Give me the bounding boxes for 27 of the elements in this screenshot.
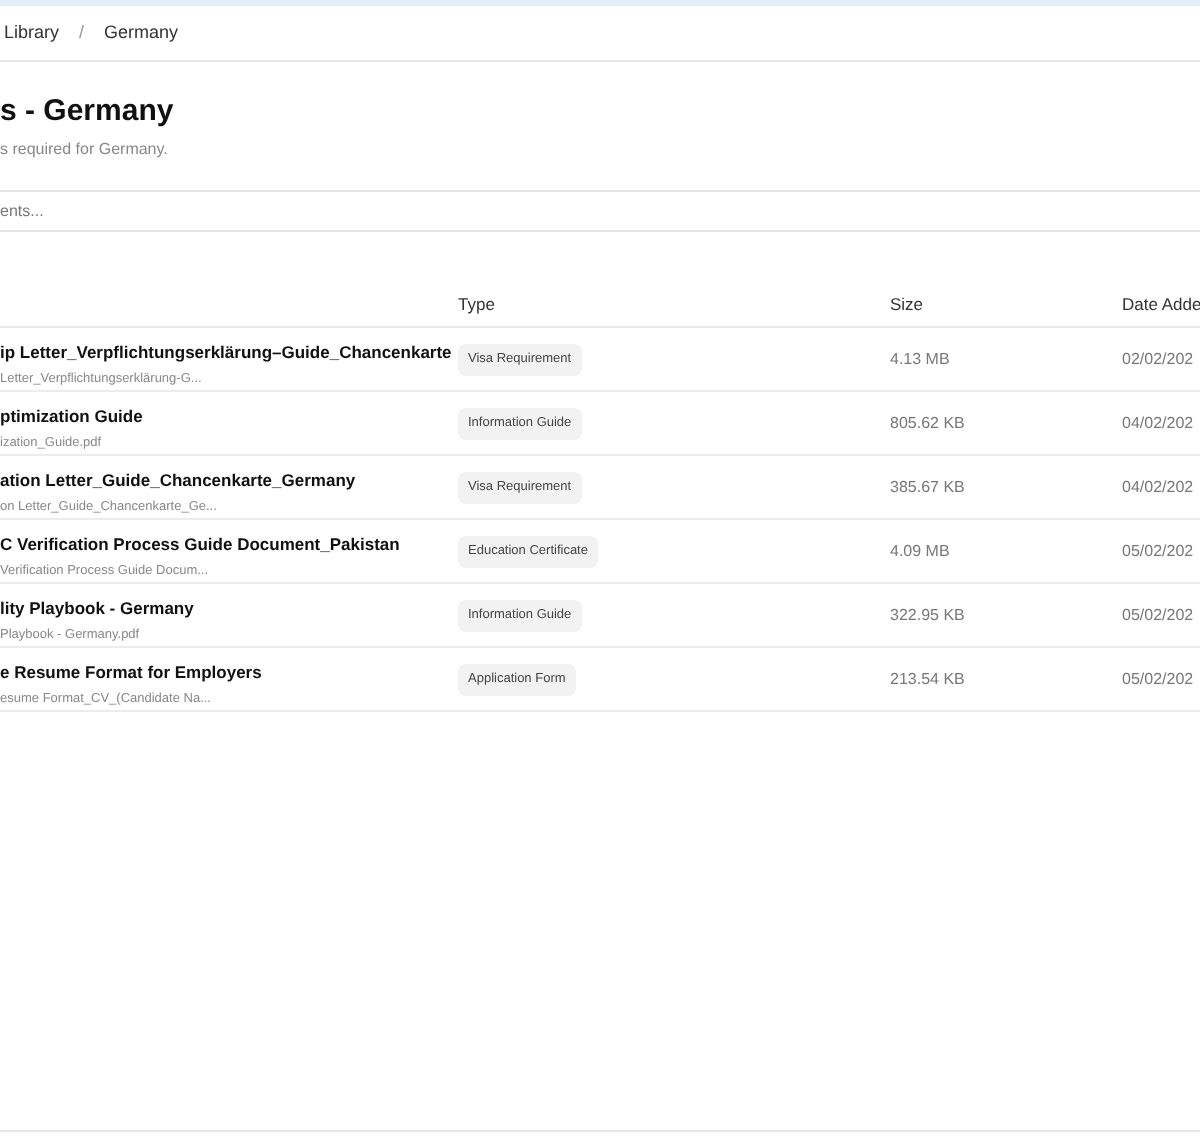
size-cell: 4.13 MB	[890, 348, 950, 372]
column-header[interactable]: Date Adde	[1122, 292, 1200, 318]
size-cell: 322.95 KB	[890, 604, 965, 628]
size-cell: 805.62 KB	[890, 412, 965, 436]
size-cell: 213.54 KB	[890, 668, 965, 692]
column-header[interactable]: Size	[890, 292, 924, 318]
size-cell: 4.09 MB	[890, 540, 950, 564]
date-cell: 05/02/202	[1122, 540, 1194, 564]
page-subtitle: s required for Germany.	[0, 138, 170, 162]
date-cell: 04/02/202	[1122, 412, 1194, 436]
document-name[interactable]: ation Letter_Guide_Chancenkarte_Germany	[0, 468, 356, 494]
document-name[interactable]: e Resume Format for Employers	[0, 660, 262, 686]
date-cell: 02/02/202	[1122, 348, 1194, 372]
breadcrumb-link[interactable]: Library	[4, 19, 60, 47]
date-cell: 05/02/202	[1122, 604, 1194, 628]
breadcrumb-link[interactable]: Germany	[104, 19, 179, 47]
document-name[interactable]: ip Letter_Verpflichtungserklärung–Guide_Chancenkarte	[0, 340, 452, 366]
date-cell: 04/02/202	[1122, 476, 1194, 500]
document-name[interactable]: C Verification Process Guide Document_Pakistan	[0, 532, 400, 558]
document-name[interactable]: ptimization Guide	[0, 404, 143, 430]
date-cell: 05/02/202	[1122, 668, 1194, 692]
search-field[interactable]: ents...	[0, 190, 1200, 232]
size-cell: 385.67 KB	[890, 476, 965, 500]
column-header[interactable]: Type	[458, 292, 495, 318]
page-title: s - Germany	[0, 94, 176, 130]
document-name[interactable]: lity Playbook - Germany	[0, 596, 194, 622]
breadcrumb-separator: /	[79, 19, 85, 46]
